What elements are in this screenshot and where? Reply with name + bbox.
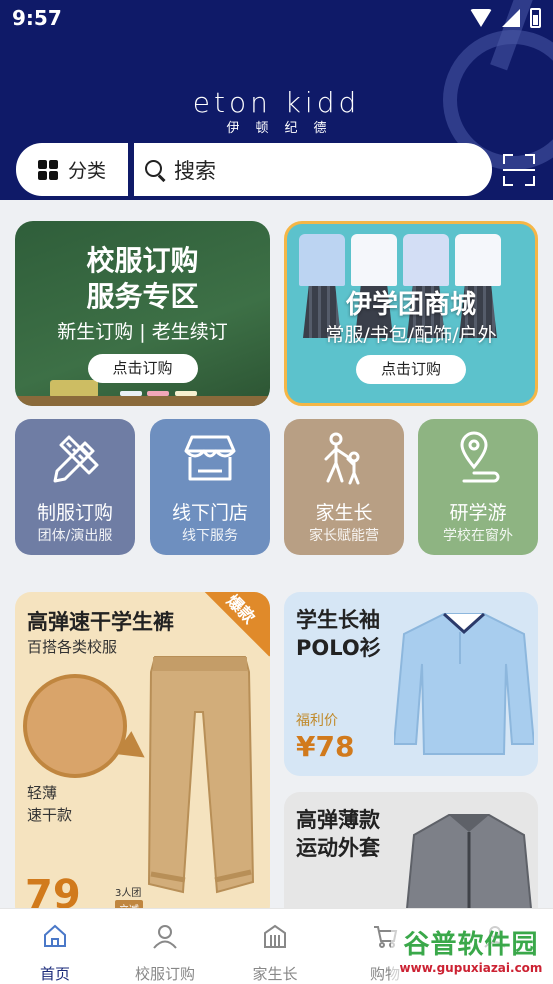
product-card-polo[interactable]: 学生长袖 POLO衫 福利价 ¥78 — [284, 592, 538, 776]
search-placeholder: 搜索 — [174, 158, 216, 183]
product-title: 高弹速干学生裤 — [27, 610, 174, 634]
banner-subtitle: 新生订购 | 老生续订 — [57, 321, 228, 343]
tile-subtitle: 学校在窗外 — [443, 528, 513, 544]
chalk-image — [147, 391, 169, 396]
product-promo-label: 福利价 — [296, 713, 338, 729]
wifi-icon — [470, 9, 492, 27]
tile-title: 制服订购 — [36, 502, 113, 524]
status-icons — [470, 8, 541, 28]
tile-subtitle: 家长赋能营 — [309, 528, 379, 544]
building-icon — [264, 924, 286, 948]
category-button[interactable]: 分类 — [16, 143, 128, 196]
tile-offline-store[interactable]: 线下门店 线下服务 — [150, 419, 270, 555]
product-feature: 轻薄 速干款 — [27, 784, 73, 824]
brand-logo: eton kidd 伊顿纪德 — [0, 86, 553, 136]
battery-icon — [530, 8, 541, 28]
brand-name-cn: 伊顿纪德 — [226, 121, 343, 136]
uniform-order-banner[interactable]: 校服订购 服务专区 新生订购 | 老生续订 点击订购 — [15, 221, 270, 406]
product-price: ¥78 — [296, 730, 355, 763]
product-title: 学生长袖 POLO衫 — [296, 608, 381, 660]
fabric-closeup-image — [23, 674, 127, 778]
tab-label: 校服订购 — [134, 965, 195, 983]
scan-icon[interactable] — [503, 154, 535, 186]
polo-shirt-image — [394, 612, 534, 755]
status-time: 9:57 — [12, 6, 62, 30]
tile-study-tour[interactable]: 研学游 学校在窗外 — [418, 419, 538, 555]
eraser-image — [50, 380, 98, 398]
tab-label: 首页 — [39, 965, 70, 983]
signal-icon — [502, 9, 520, 27]
brand-name-en: eton kidd — [192, 86, 361, 119]
watermark-title: 谷普软件园 — [403, 930, 539, 960]
tab-uniform-order[interactable]: 校服订购 — [110, 909, 220, 984]
product-subtitle: 百搭各类校服 — [27, 638, 118, 656]
category-label: 分类 — [67, 160, 106, 182]
tile-subtitle: 线下服务 — [182, 528, 238, 544]
app-header: 9:57 eton kidd 伊顿纪德 分类 搜索 — [0, 0, 553, 200]
tile-family-growth[interactable]: 家生长 家长赋能营 — [284, 419, 404, 555]
chalk-image — [120, 391, 142, 396]
family-icon — [324, 432, 360, 485]
search-icon — [144, 159, 166, 181]
ruler-pencil-icon — [53, 435, 99, 483]
tab-label: 家生长 — [252, 965, 298, 983]
search-input[interactable]: 搜索 — [134, 143, 492, 196]
tab-home[interactable]: 首页 — [0, 909, 110, 984]
chalk-image — [175, 391, 197, 396]
store-icon — [184, 435, 236, 481]
grid-icon — [37, 159, 58, 180]
banner-subtitle: 常服/书包/配饰/户外 — [325, 324, 497, 346]
group-note: 3人团 — [115, 888, 142, 899]
home-icon — [44, 924, 66, 947]
tile-title: 线下门店 — [171, 502, 248, 524]
tile-title: 研学游 — [449, 502, 507, 524]
order-button[interactable]: 点击订购 — [356, 355, 466, 384]
tile-uniform-order[interactable]: 制服订购 团体/演出服 — [15, 419, 135, 555]
watermark: 谷普软件园 www.gupuxiazai.com — [391, 924, 551, 982]
banner-title: 伊学团商城 — [345, 290, 476, 320]
banner-title: 校服订购 服务专区 — [86, 244, 199, 313]
user-icon — [153, 925, 177, 949]
product-title: 高弹薄款 运动外套 — [296, 808, 380, 860]
tab-family-growth[interactable]: 家生长 — [220, 909, 330, 984]
product-card-pants[interactable]: 爆款 高弹速干学生裤 百搭各类校服 轻薄 速干款 79 3人团 立减 — [15, 592, 270, 922]
tile-subtitle: 团体/演出服 — [37, 528, 113, 544]
pants-image — [147, 656, 255, 894]
tile-title: 家生长 — [315, 502, 373, 524]
location-pin-icon — [460, 431, 500, 483]
watermark-url: www.gupuxiazai.com — [399, 961, 543, 975]
order-button[interactable]: 点击订购 — [87, 354, 198, 383]
mall-banner[interactable]: 伊学团商城 常服/书包/配饰/户外 点击订购 — [284, 221, 538, 406]
